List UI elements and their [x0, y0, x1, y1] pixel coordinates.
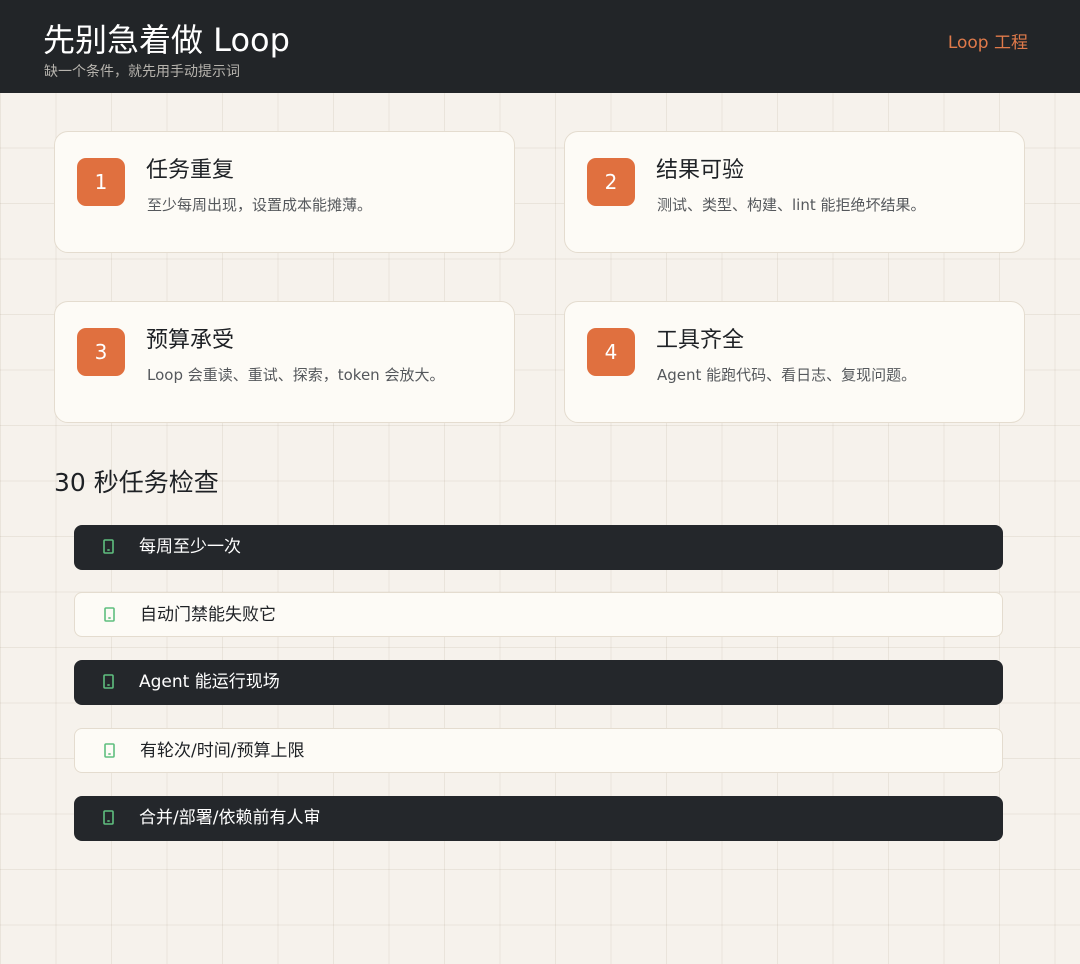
page-title: 先别急着做 Loop: [43, 21, 290, 59]
checkbox-icon: [103, 810, 114, 825]
checklist-heading: 30 秒任务检查: [54, 468, 219, 497]
card-title: 结果可验: [656, 158, 745, 183]
card-description: 至少每周出现，设置成本能摊薄。: [147, 196, 373, 214]
checkbox-icon: [104, 607, 115, 622]
page-header: 先别急着做 Loop 缺一个条件，就先用手动提示词 Loop 工程: [0, 0, 1080, 93]
card-number-badge: 2: [587, 158, 635, 206]
card-number-badge: 3: [77, 328, 125, 376]
checklist-item-label: 有轮次/时间/预算上限: [140, 741, 305, 761]
checklist-item-label: 自动门禁能失败它: [140, 605, 276, 625]
card-description: Agent 能跑代码、看日志、复现问题。: [657, 366, 917, 384]
checklist-item-agent-runtime[interactable]: Agent 能运行现场: [74, 660, 1003, 705]
condition-card-1: 1 任务重复 至少每周出现，设置成本能摊薄。: [54, 131, 515, 253]
checklist-item-auto-gate[interactable]: 自动门禁能失败它: [74, 592, 1003, 637]
checklist-item-label: Agent 能运行现场: [139, 672, 280, 692]
card-description: 测试、类型、构建、lint 能拒绝坏结果。: [657, 196, 926, 214]
card-description: Loop 会重读、重试、探索，token 会放大。: [147, 366, 445, 384]
condition-card-2: 2 结果可验 测试、类型、构建、lint 能拒绝坏结果。: [564, 131, 1025, 253]
card-title: 工具齐全: [656, 328, 745, 353]
checklist-item-weekly[interactable]: 每周至少一次: [74, 525, 1003, 570]
page-subtitle: 缺一个条件，就先用手动提示词: [44, 64, 240, 80]
checklist-item-label: 每周至少一次: [139, 537, 241, 557]
card-title: 任务重复: [146, 158, 235, 183]
card-title: 预算承受: [146, 328, 235, 353]
card-number-badge: 1: [77, 158, 125, 206]
checklist-item-limits[interactable]: 有轮次/时间/预算上限: [74, 728, 1003, 773]
condition-card-4: 4 工具齐全 Agent 能跑代码、看日志、复现问题。: [564, 301, 1025, 423]
checklist-item-label: 合并/部署/依赖前有人审: [139, 808, 321, 828]
checkbox-icon: [103, 674, 114, 689]
condition-card-3: 3 预算承受 Loop 会重读、重试、探索，token 会放大。: [54, 301, 515, 423]
loop-engineering-link[interactable]: Loop 工程: [948, 32, 1028, 54]
card-number-badge: 4: [587, 328, 635, 376]
checkbox-icon: [103, 539, 114, 554]
checkbox-icon: [104, 743, 115, 758]
checklist-item-human-review[interactable]: 合并/部署/依赖前有人审: [74, 796, 1003, 841]
